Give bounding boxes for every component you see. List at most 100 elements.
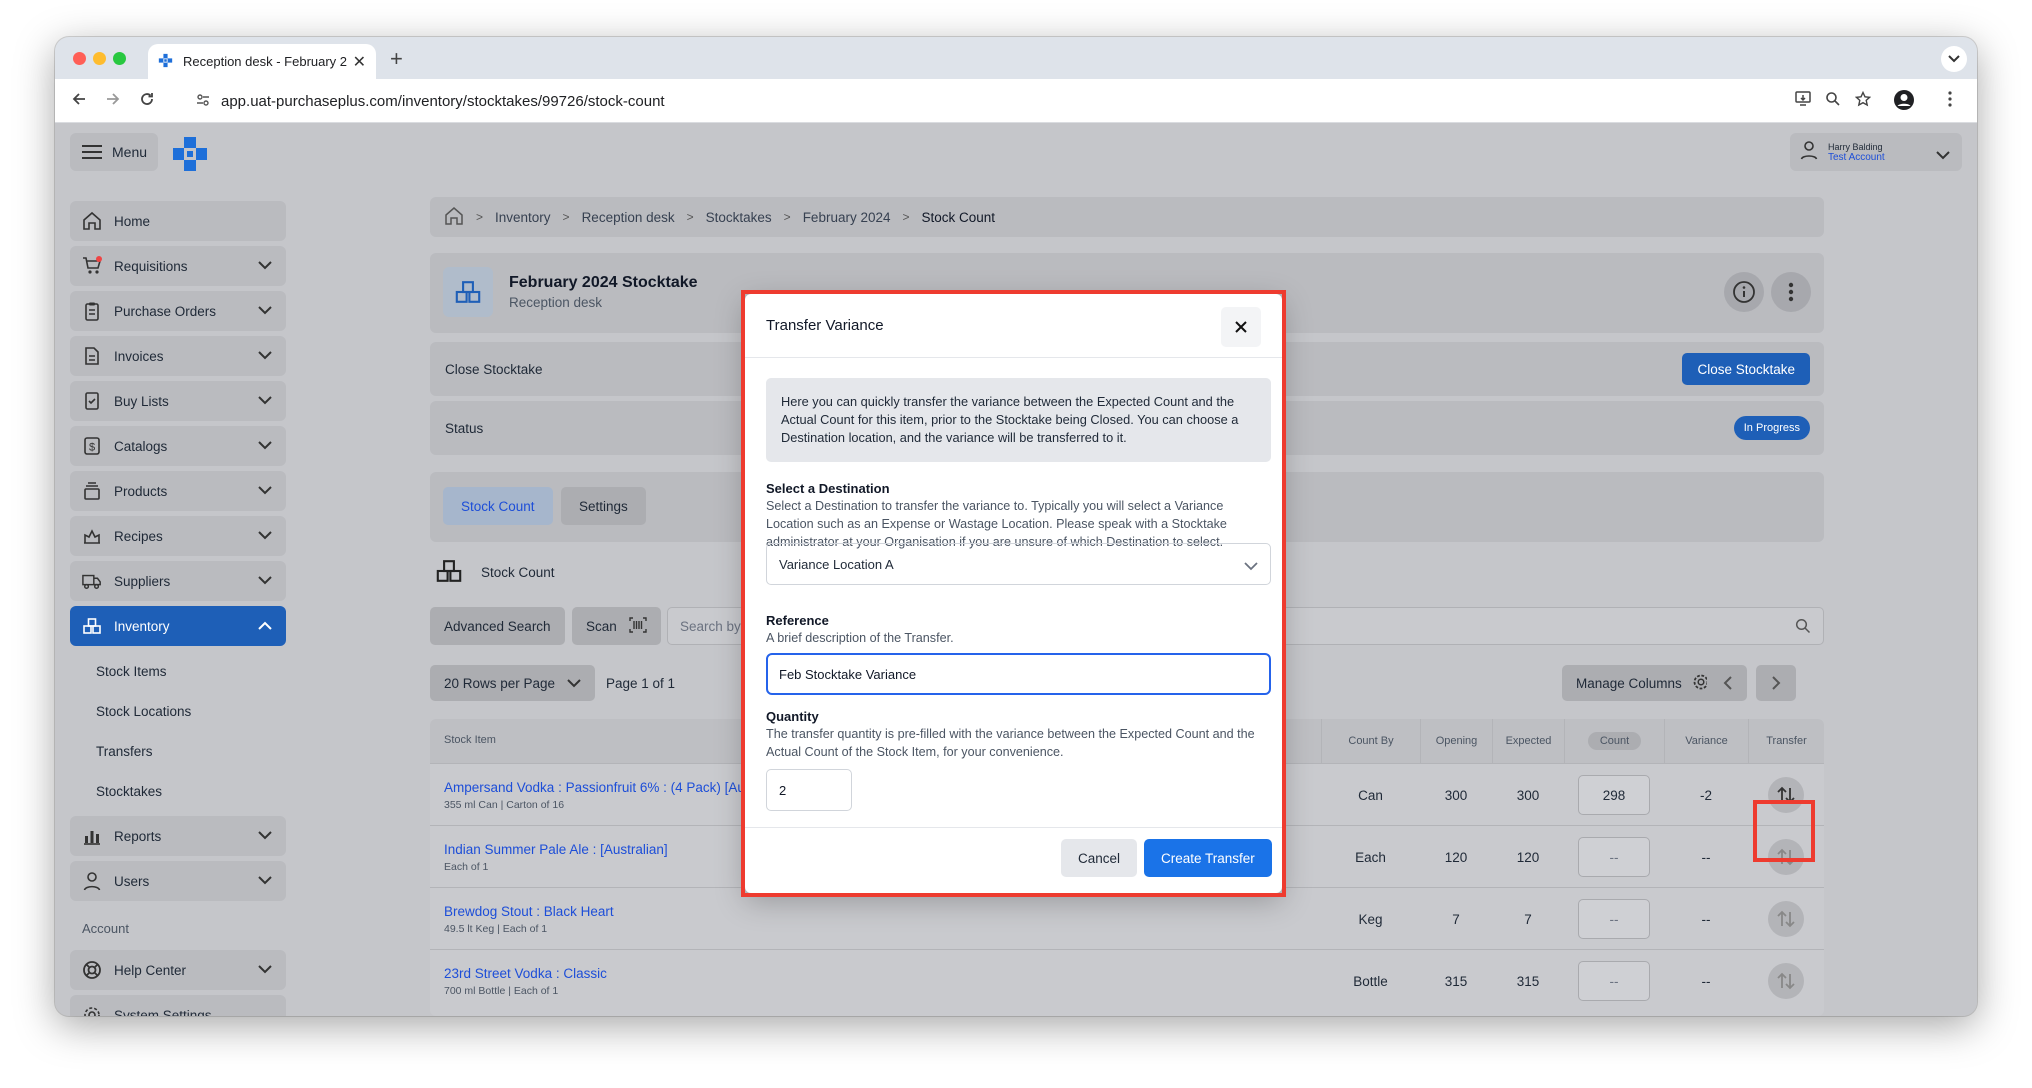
install-app-icon[interactable] [1795, 91, 1813, 112]
info-button[interactable] [1724, 272, 1764, 312]
opening-cell: 120 [1444, 849, 1468, 865]
chevron-right-icon [1771, 676, 1780, 690]
column-header-variance[interactable]: Variance [1664, 719, 1748, 763]
stock-item-link[interactable]: Brewdog Stout : Black Heart [444, 904, 614, 919]
breadcrumb-item[interactable]: Reception desk [582, 210, 675, 225]
url-field[interactable]: app.uat-purchaseplus.com/inventory/stock… [183, 85, 1823, 117]
sidebar-subitem-transfers[interactable]: Transfers [70, 731, 286, 771]
sidebar-item-buy-lists[interactable]: Buy Lists [70, 381, 286, 421]
chevron-left-icon [1723, 676, 1732, 690]
sidebar-item-label: Purchase Orders [114, 303, 217, 319]
breadcrumb-item[interactable]: Stocktakes [706, 210, 772, 225]
count-header-pill: Count [1587, 732, 1642, 750]
section-heading: Stock Count [435, 557, 555, 588]
column-header-transfer[interactable]: Transfer [1748, 719, 1824, 763]
sidebar-item-help-center[interactable]: Help Center [70, 950, 286, 990]
sidebar-item-suppliers[interactable]: Suppliers [70, 561, 286, 601]
stock-item-link[interactable]: Ampersand Vodka : Passionfruit 6% : (4 P… [444, 780, 745, 795]
zoom-icon[interactable] [1825, 91, 1841, 112]
count-input[interactable]: 298 [1578, 775, 1650, 815]
sidebar-item-label: Suppliers [114, 573, 171, 589]
chevron-down-icon [258, 962, 272, 977]
user-name: Harry Balding [1828, 141, 1883, 152]
sidebar-item-requisitions[interactable]: Requisitions [70, 246, 286, 286]
sidebar-item-home[interactable]: Home [70, 201, 286, 241]
column-header-opening[interactable]: Opening [1420, 719, 1492, 763]
opening-cell: 300 [1444, 787, 1468, 803]
reload-icon[interactable] [139, 91, 155, 112]
dollar-icon: $ [82, 436, 102, 456]
count-input[interactable]: -- [1578, 837, 1650, 877]
chevron-down-icon [258, 873, 272, 888]
sidebar-item-catalogs[interactable]: $ Catalogs [70, 426, 286, 466]
rows-per-page-label: 20 Rows per Page [444, 675, 556, 691]
column-header-count[interactable]: Count [1564, 719, 1664, 763]
bookmark-star-icon[interactable] [1854, 90, 1872, 112]
expected-cell: 120 [1516, 849, 1540, 865]
tab-close-icon[interactable]: ✕ [353, 52, 366, 72]
user-menu[interactable]: Harry Balding Test Account [1790, 133, 1962, 171]
tab-search-icon[interactable] [1941, 46, 1967, 72]
user-icon [82, 871, 102, 891]
chevron-right-icon: > [562, 210, 570, 224]
status-badge: In Progress [1733, 416, 1810, 440]
browser-tab[interactable]: Reception desk - February 2024 ✕ [148, 44, 376, 79]
maximize-window-button[interactable] [113, 52, 126, 65]
sidebar-item-reports[interactable]: Reports [70, 816, 286, 856]
back-icon[interactable] [71, 91, 87, 112]
count-input[interactable]: -- [1578, 961, 1650, 1001]
column-header-expected[interactable]: Expected [1492, 719, 1564, 763]
cart-icon [82, 256, 102, 276]
rows-per-page-select[interactable]: 20 Rows per Page [430, 665, 596, 701]
scan-button[interactable]: Scan [572, 607, 661, 645]
sidebar-item-invoices[interactable]: Invoices [70, 336, 286, 376]
variance-cell: -2 [1699, 787, 1712, 803]
transfer-button[interactable] [1768, 963, 1804, 999]
more-menu-icon[interactable] [1948, 91, 1952, 112]
sidebar-item-system-settings[interactable]: System Settings [70, 995, 286, 1016]
new-tab-button[interactable]: + [390, 46, 403, 72]
address-bar-row: app.uat-purchaseplus.com/inventory/stock… [55, 79, 1977, 123]
next-page-button[interactable] [1756, 665, 1796, 701]
transfer-button[interactable] [1768, 901, 1804, 937]
breadcrumb-item[interactable]: Inventory [495, 210, 551, 225]
boxes-icon [82, 616, 102, 636]
column-header-stock-item[interactable]: Stock Item [444, 734, 496, 746]
sidebar-item-products[interactable]: Products [70, 471, 286, 511]
count-cell: -- [1564, 950, 1664, 1012]
home-icon[interactable] [444, 206, 464, 229]
stock-item-link[interactable]: 23rd Street Vodka : Classic [444, 966, 607, 981]
sidebar-subitem-stock-locations[interactable]: Stock Locations [70, 691, 286, 731]
count-input[interactable]: -- [1578, 899, 1650, 939]
chevron-down-icon [258, 258, 272, 273]
close-stocktake-button[interactable]: Close Stocktake [1682, 353, 1810, 385]
more-options-button[interactable] [1771, 272, 1811, 312]
minimize-window-button[interactable] [93, 52, 106, 65]
close-window-button[interactable] [73, 52, 86, 65]
stock-item-detail: Each of 1 [444, 861, 489, 873]
breadcrumb-item[interactable]: February 2024 [803, 210, 891, 225]
count-by-cell: Bottle [1353, 973, 1388, 989]
sidebar-item-inventory[interactable]: Inventory [70, 606, 286, 646]
sidebar-item-users[interactable]: Users [70, 861, 286, 901]
sidebar-item-recipes[interactable]: Recipes [70, 516, 286, 556]
profile-icon[interactable] [1893, 89, 1915, 116]
menu-button[interactable]: Menu [70, 133, 158, 171]
stock-item-link[interactable]: Indian Summer Pale Ale : [Australian] [444, 842, 668, 857]
tab-stock-count[interactable]: Stock Count [443, 487, 553, 525]
forward-icon[interactable] [105, 91, 121, 112]
sidebar-subitem-stock-items[interactable]: Stock Items [70, 651, 286, 691]
tab-settings[interactable]: Settings [561, 487, 646, 525]
site-settings-icon[interactable] [195, 92, 211, 111]
previous-page-button[interactable] [1707, 665, 1747, 701]
manage-columns-button[interactable]: Manage Columns [1562, 665, 1724, 701]
sidebar-item-label: Recipes [114, 528, 163, 544]
sidebar-subitem-stocktakes[interactable]: Stocktakes [70, 771, 286, 811]
sidebar-item-purchase-orders[interactable]: Purchase Orders [70, 291, 286, 331]
transfer-arrows-icon [1777, 972, 1795, 990]
advanced-search-button[interactable]: Advanced Search [430, 607, 565, 645]
chevron-right-icon: > [476, 210, 484, 224]
column-header-count-by[interactable]: Count By [1321, 719, 1420, 763]
purchaseplus-logo[interactable] [172, 136, 208, 172]
sidebar-item-label: System Settings [114, 1007, 212, 1017]
